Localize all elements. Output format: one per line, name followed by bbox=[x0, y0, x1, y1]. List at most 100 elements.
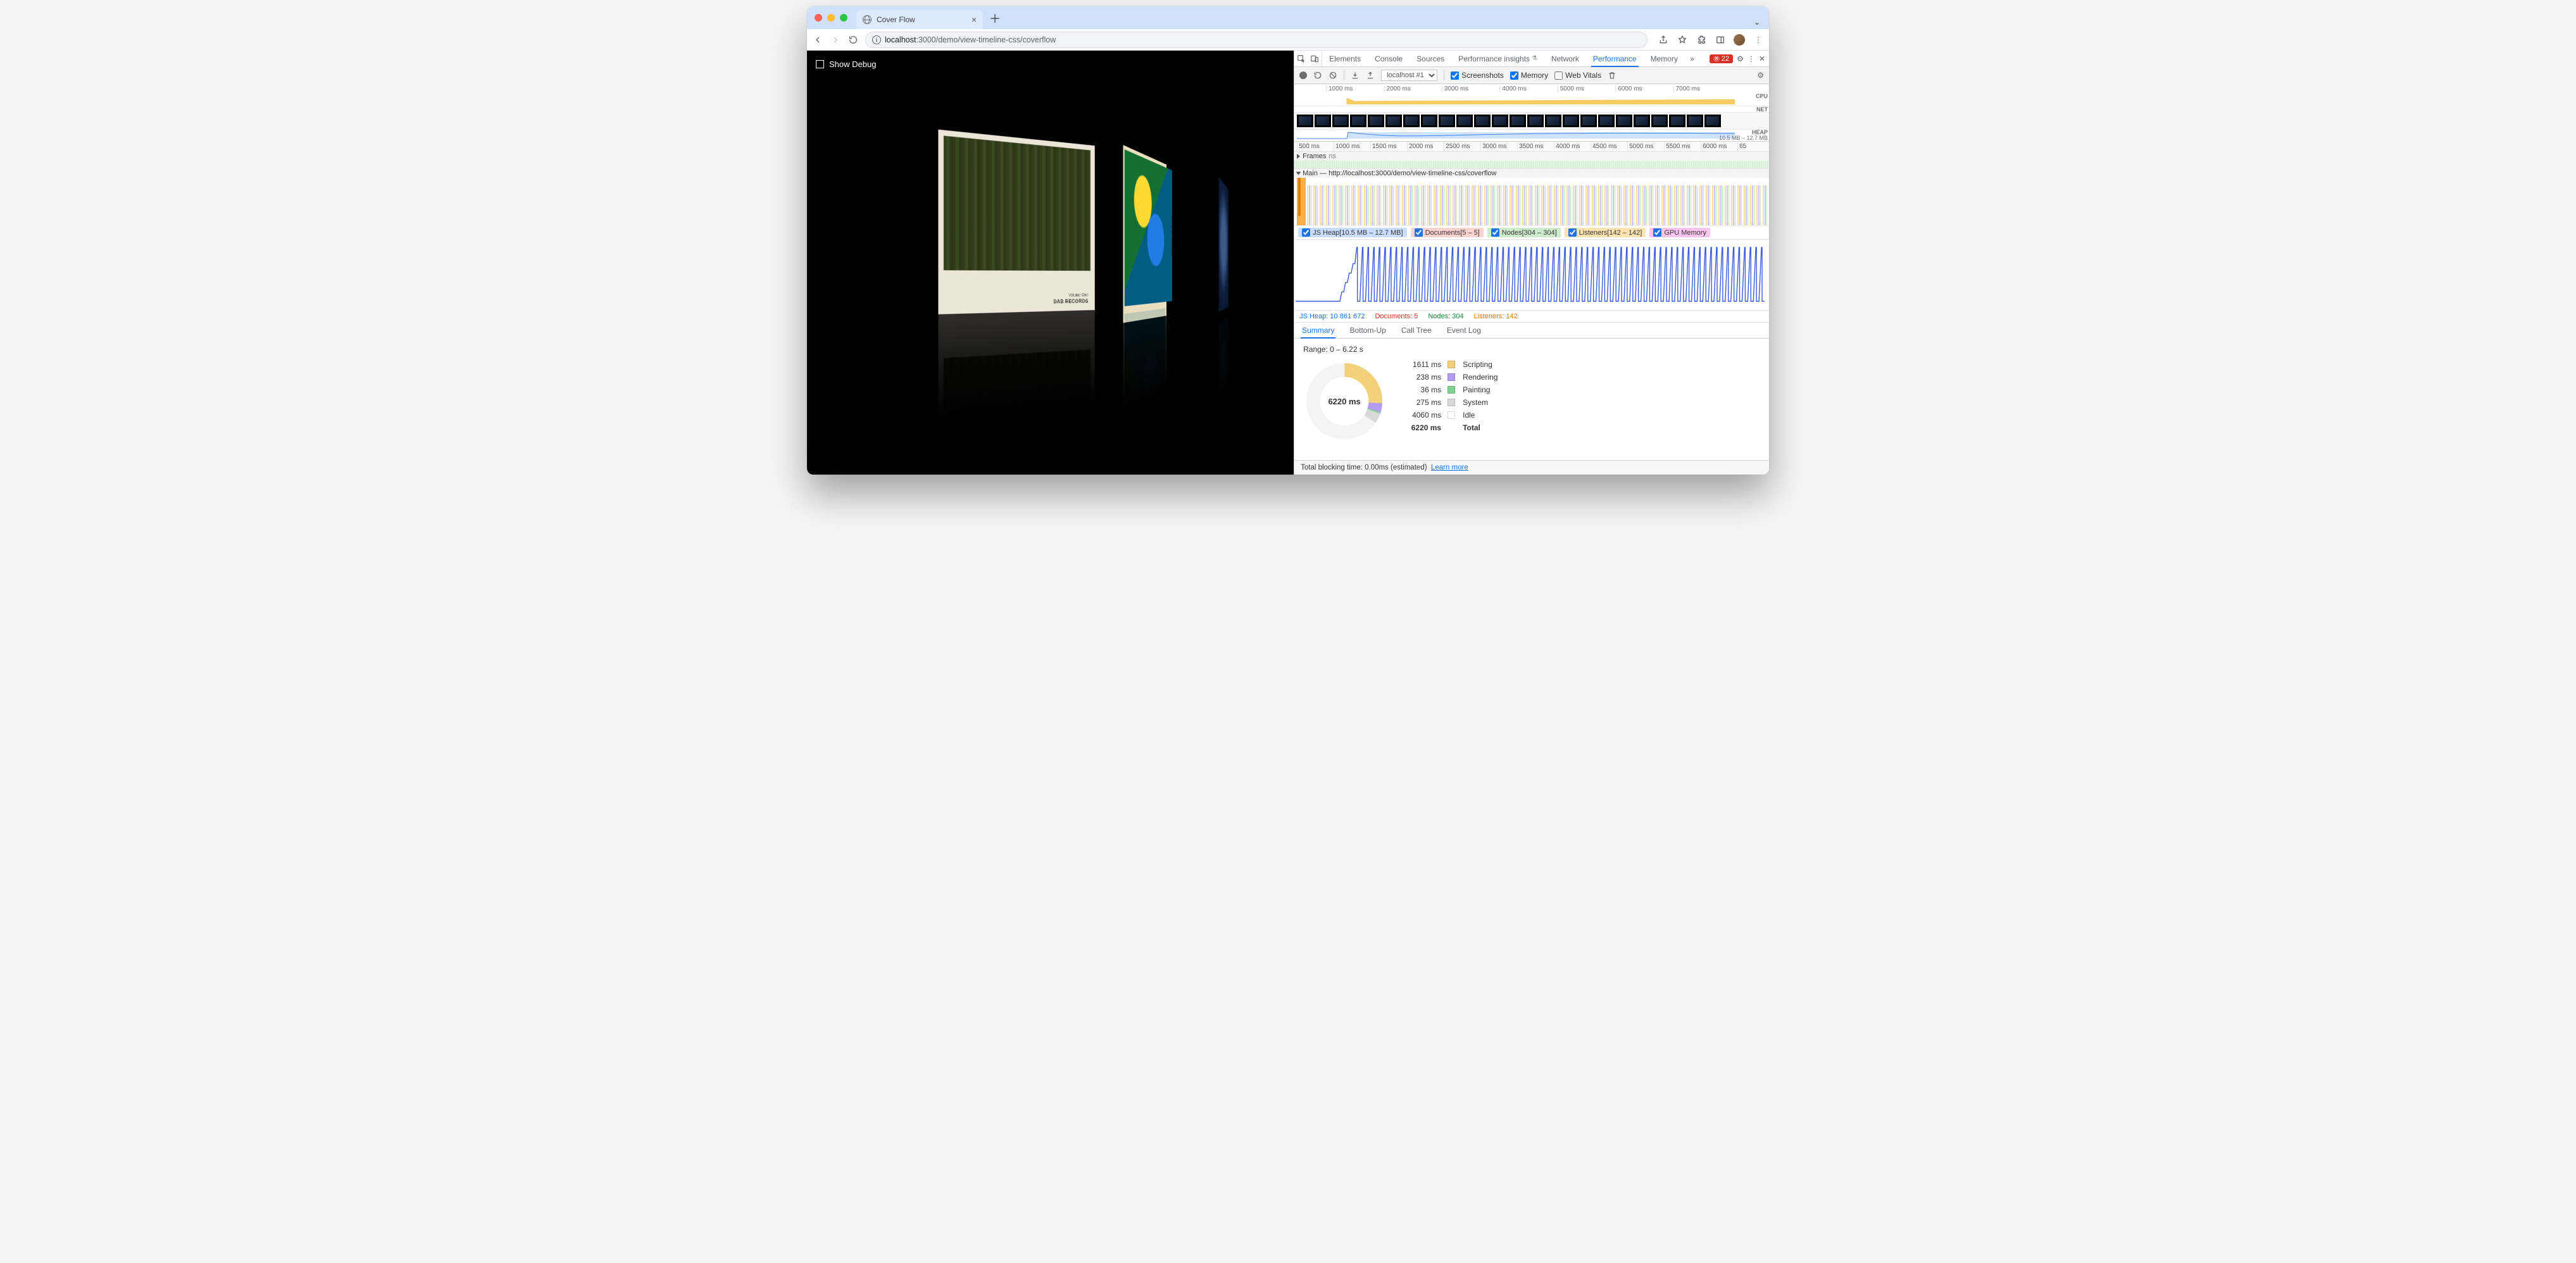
record-button[interactable] bbox=[1299, 72, 1307, 79]
subtab-bottom-up[interactable]: Bottom-Up bbox=[1342, 323, 1393, 338]
documents-chip[interactable]: Documents[5 – 5] bbox=[1411, 228, 1484, 237]
overview-strip[interactable]: 1000 ms 2000 ms 3000 ms 4000 ms 5000 ms … bbox=[1294, 84, 1769, 142]
browser-menu-button[interactable]: ⋮ bbox=[1753, 34, 1764, 46]
disclosure-triangle-icon[interactable] bbox=[1296, 172, 1301, 175]
devtools-settings-button[interactable]: ⚙ bbox=[1737, 54, 1744, 63]
memory-toggle[interactable]: Memory bbox=[1510, 71, 1548, 80]
browser-window: Cover Flow × ＋ ⌄ localhost:3000/demo/vie… bbox=[807, 6, 1769, 475]
filmstrip-thumb[interactable] bbox=[1332, 115, 1349, 127]
new-tab-button[interactable]: ＋ bbox=[989, 10, 1001, 29]
filmstrip-thumb[interactable] bbox=[1545, 115, 1561, 127]
share-button[interactable] bbox=[1658, 34, 1669, 46]
screenshots-toggle[interactable]: Screenshots bbox=[1451, 71, 1504, 80]
cover-item[interactable] bbox=[1218, 177, 1231, 323]
coverflow-stage[interactable]: OK & 4 THEORY Volume One DAB RECORDS bbox=[807, 108, 1294, 443]
browser-tab[interactable]: Cover Flow × bbox=[856, 10, 983, 29]
tab-performance[interactable]: Performance bbox=[1586, 51, 1644, 66]
subtab-summary[interactable]: Summary bbox=[1294, 323, 1342, 338]
gpu-chip[interactable]: GPU Memory bbox=[1649, 228, 1710, 237]
swatch-system bbox=[1447, 399, 1455, 406]
error-count-badge[interactable]: 22 bbox=[1710, 54, 1733, 63]
back-button[interactable] bbox=[812, 34, 823, 46]
filmstrip-thumb[interactable] bbox=[1616, 115, 1632, 127]
profile-selector[interactable]: localhost #1 bbox=[1381, 70, 1437, 81]
filmstrip-thumb[interactable] bbox=[1510, 115, 1526, 127]
main-track[interactable]: Main — http://localhost:3000/demo/view-t… bbox=[1294, 169, 1769, 226]
filmstrip-thumb[interactable] bbox=[1403, 115, 1420, 127]
filmstrip-thumb[interactable] bbox=[1492, 115, 1508, 127]
devtools-close-button[interactable]: ✕ bbox=[1759, 54, 1765, 63]
cover-spine-text: OK & 4 THEORY bbox=[1169, 171, 1172, 299]
cover-item[interactable]: Volume One DAB RECORDS bbox=[938, 130, 1094, 314]
bookmark-button[interactable] bbox=[1677, 34, 1688, 46]
cover-item[interactable]: OK & 4 THEORY bbox=[1123, 145, 1173, 310]
filmstrip-thumb[interactable] bbox=[1297, 115, 1313, 127]
forward-button[interactable] bbox=[830, 34, 841, 46]
load-profile-button[interactable] bbox=[1351, 71, 1360, 80]
url-port: :3000 bbox=[916, 35, 935, 44]
gc-button[interactable] bbox=[1608, 71, 1616, 80]
filmstrip-thumb[interactable] bbox=[1456, 115, 1473, 127]
filmstrip-thumb[interactable] bbox=[1687, 115, 1703, 127]
tab-performance-insights[interactable]: Performance insights bbox=[1451, 51, 1544, 66]
capture-settings-button[interactable]: ⚙ bbox=[1757, 71, 1764, 80]
sidepanel-button[interactable] bbox=[1715, 34, 1726, 46]
reload-record-button[interactable] bbox=[1313, 71, 1322, 80]
tab-memory[interactable]: Memory bbox=[1644, 51, 1685, 66]
site-info-icon[interactable] bbox=[872, 35, 881, 44]
filmstrip-thumb[interactable] bbox=[1350, 115, 1366, 127]
subtab-call-tree[interactable]: Call Tree bbox=[1394, 323, 1439, 338]
tab-network[interactable]: Network bbox=[1544, 51, 1586, 66]
tab-elements[interactable]: Elements bbox=[1322, 51, 1368, 66]
close-window-button[interactable] bbox=[815, 14, 822, 22]
browser-toolbar: localhost:3000/demo/view-timeline-css/co… bbox=[807, 29, 1769, 51]
filmstrip-thumb[interactable] bbox=[1669, 115, 1685, 127]
tabs-overflow-button[interactable]: » bbox=[1685, 51, 1699, 66]
profile-avatar[interactable] bbox=[1734, 34, 1745, 46]
save-profile-button[interactable] bbox=[1366, 71, 1375, 80]
show-debug-toggle[interactable]: Show Debug bbox=[816, 59, 876, 69]
cover-caption: Volume One DAB RECORDS bbox=[1053, 293, 1088, 304]
memory-chart[interactable] bbox=[1294, 240, 1769, 311]
filmstrip-thumb[interactable] bbox=[1563, 115, 1579, 127]
jsheap-chip[interactable]: JS Heap[10.5 MB – 12.7 MB] bbox=[1298, 228, 1406, 237]
web-vitals-toggle[interactable]: Web Vitals bbox=[1554, 71, 1601, 80]
close-tab-button[interactable]: × bbox=[972, 15, 977, 25]
minimize-window-button[interactable] bbox=[827, 14, 835, 22]
inspect-icon[interactable] bbox=[1297, 54, 1306, 63]
filmstrip-thumb[interactable] bbox=[1634, 115, 1650, 127]
tab-sources[interactable]: Sources bbox=[1410, 51, 1451, 66]
filmstrip-thumb[interactable] bbox=[1527, 115, 1544, 127]
reload-button[interactable] bbox=[847, 34, 859, 46]
learn-more-link[interactable]: Learn more bbox=[1431, 464, 1468, 471]
filmstrip-thumb[interactable] bbox=[1651, 115, 1668, 127]
extensions-button[interactable] bbox=[1696, 34, 1707, 46]
filmstrip-thumb[interactable] bbox=[1474, 115, 1491, 127]
filmstrip-thumb[interactable] bbox=[1421, 115, 1437, 127]
tab-overflow-button[interactable]: ⌄ bbox=[1754, 18, 1760, 29]
nodes-chip[interactable]: Nodes[304 – 304] bbox=[1487, 228, 1561, 237]
filmstrip-thumb[interactable] bbox=[1598, 115, 1615, 127]
flame-chart[interactable] bbox=[1294, 178, 1769, 225]
zoom-window-button[interactable] bbox=[840, 14, 847, 22]
device-toggle-icon[interactable] bbox=[1310, 54, 1319, 63]
disclosure-triangle-icon[interactable] bbox=[1297, 154, 1300, 159]
address-bar[interactable]: localhost:3000/demo/view-timeline-css/co… bbox=[865, 32, 1648, 48]
screenshot-filmstrip[interactable] bbox=[1294, 112, 1769, 130]
memory-legend: JS Heap[10.5 MB – 12.7 MB] Documents[5 –… bbox=[1294, 226, 1769, 240]
devtools-menu-button[interactable]: ⋮ bbox=[1748, 54, 1755, 63]
show-debug-checkbox[interactable] bbox=[816, 60, 824, 68]
page-viewport[interactable]: Show Debug OK & 4 THEORY Volum bbox=[807, 51, 1294, 475]
clear-button[interactable] bbox=[1329, 71, 1337, 80]
subtab-event-log[interactable]: Event Log bbox=[1439, 323, 1489, 338]
filmstrip-thumb[interactable] bbox=[1439, 115, 1455, 127]
detail-ruler[interactable]: 500 ms1000 ms1500 ms2000 ms2500 ms3000 m… bbox=[1294, 142, 1769, 152]
filmstrip-thumb[interactable] bbox=[1580, 115, 1597, 127]
filmstrip-thumb[interactable] bbox=[1315, 115, 1331, 127]
filmstrip-thumb[interactable] bbox=[1385, 115, 1402, 127]
filmstrip-thumb[interactable] bbox=[1368, 115, 1384, 127]
filmstrip-thumb[interactable] bbox=[1704, 115, 1721, 127]
tab-console[interactable]: Console bbox=[1368, 51, 1410, 66]
listeners-chip[interactable]: Listeners[142 – 142] bbox=[1565, 228, 1646, 237]
frames-track[interactable]: Frames ns bbox=[1294, 152, 1769, 169]
